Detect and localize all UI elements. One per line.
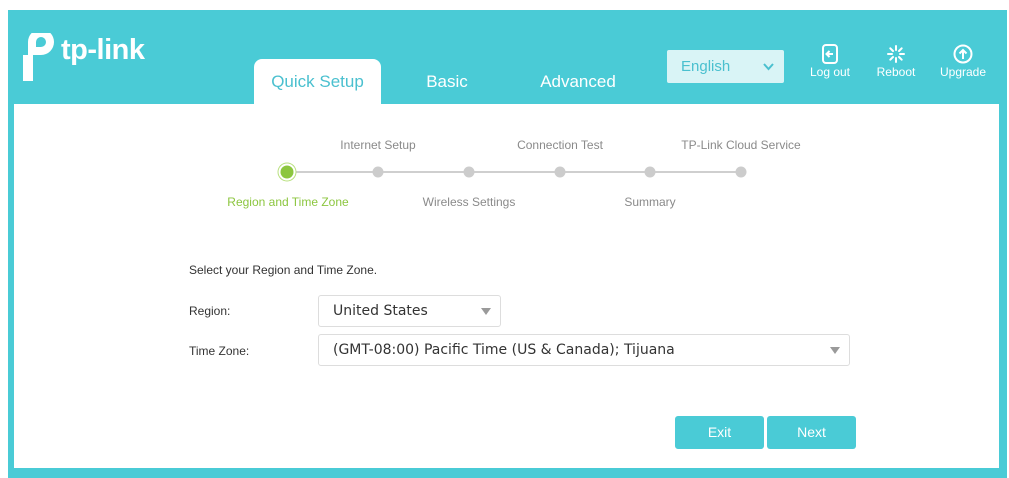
logout-button[interactable]: Log out [800, 44, 860, 79]
timezone-select[interactable]: (GMT-08:00) Pacific Time (US & Canada); … [318, 334, 850, 366]
step-dot-connection [554, 166, 566, 178]
reboot-label: Reboot [876, 65, 916, 79]
language-value: English [681, 58, 731, 75]
step-label-internet-setup: Internet Setup [340, 138, 416, 152]
logo-icon [23, 33, 54, 81]
region-label: Region: [189, 304, 231, 318]
logout-label: Log out [809, 65, 851, 79]
step-dot-summary [644, 166, 656, 178]
dropdown-arrow-icon [481, 308, 491, 315]
step-dot-region [280, 165, 294, 179]
upgrade-button[interactable]: Upgrade [933, 44, 993, 79]
dropdown-arrow-icon [830, 347, 840, 354]
step-label-region: Region and Time Zone [227, 195, 349, 209]
language-select[interactable]: English [667, 50, 784, 83]
tab-quick-setup[interactable]: Quick Setup [254, 59, 381, 104]
reboot-icon [887, 45, 905, 63]
tab-basic[interactable]: Basic [410, 59, 484, 104]
step-dot-cloud [735, 166, 747, 178]
step-label-wireless: Wireless Settings [422, 195, 516, 209]
exit-button[interactable]: Exit [675, 416, 764, 449]
next-button[interactable]: Next [767, 416, 856, 449]
logo-text: tp-link [61, 34, 145, 66]
region-select[interactable]: United States [318, 295, 501, 327]
logout-icon [822, 44, 838, 64]
step-label-connection-test: Connection Test [517, 138, 603, 152]
progress-line [287, 171, 741, 173]
upgrade-label: Upgrade [939, 65, 987, 79]
step-label-cloud-service: TP-Link Cloud Service [681, 138, 801, 152]
step-dot-internet [372, 166, 384, 178]
timezone-label: Time Zone: [189, 344, 250, 358]
chevron-down-icon [763, 63, 774, 71]
main-panel [14, 104, 999, 468]
timezone-value: (GMT-08:00) Pacific Time (US & Canada); … [333, 342, 675, 358]
tab-advanced[interactable]: Advanced [532, 59, 624, 104]
region-value: United States [333, 303, 428, 319]
form-instruction: Select your Region and Time Zone. [189, 263, 378, 277]
step-label-summary: Summary [624, 195, 676, 209]
reboot-button[interactable]: Reboot [866, 44, 926, 79]
step-dot-wireless [463, 166, 475, 178]
upgrade-icon [953, 44, 973, 64]
